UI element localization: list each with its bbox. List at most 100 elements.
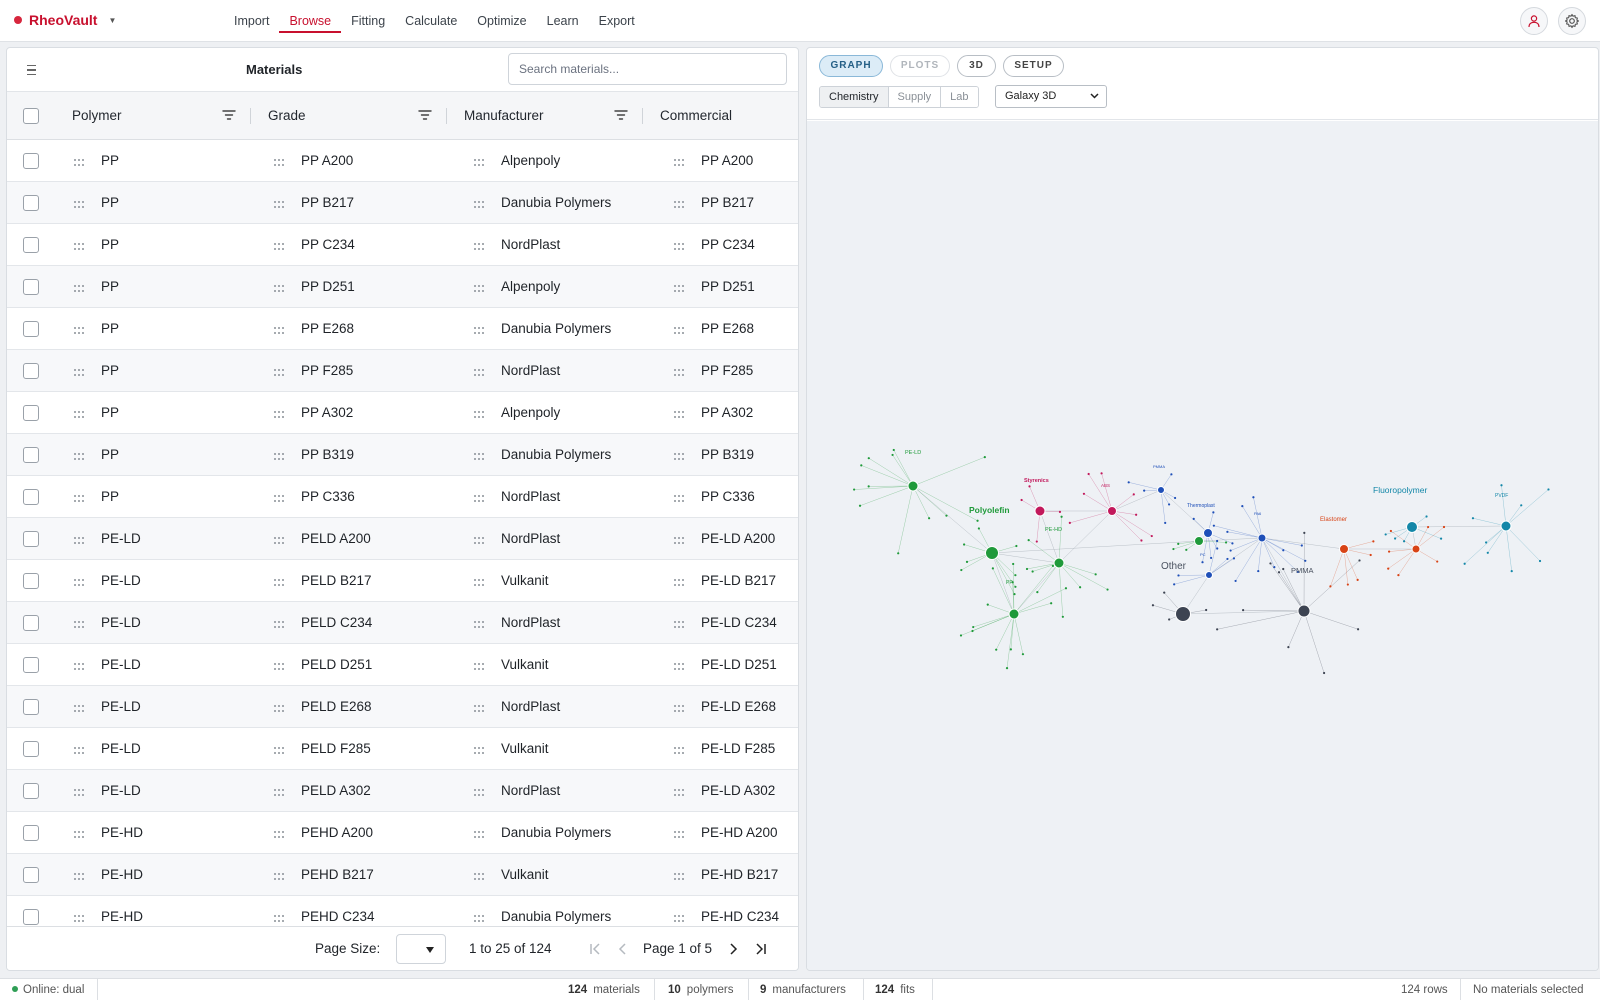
last-page-icon[interactable] bbox=[753, 940, 769, 958]
drag-handle-icon[interactable] bbox=[473, 785, 485, 796]
tab-setup[interactable]: SETUP bbox=[1003, 55, 1064, 77]
drag-handle-icon[interactable] bbox=[273, 533, 285, 544]
drag-handle-icon[interactable] bbox=[273, 239, 285, 250]
row-checkbox[interactable] bbox=[23, 237, 39, 253]
drag-handle-icon[interactable] bbox=[273, 323, 285, 334]
drag-handle-icon[interactable] bbox=[673, 197, 685, 208]
row-checkbox[interactable] bbox=[23, 657, 39, 673]
column-header-polymer[interactable]: Polymer bbox=[72, 92, 122, 140]
drag-handle-icon[interactable] bbox=[473, 533, 485, 544]
drag-handle-icon[interactable] bbox=[473, 827, 485, 838]
row-checkbox[interactable] bbox=[23, 321, 39, 337]
table-row[interactable]: PP PP C336 NordPlast PP C336 bbox=[7, 476, 798, 518]
drag-handle-icon[interactable] bbox=[473, 449, 485, 460]
table-row[interactable]: PP PP E268 Danubia Polymers PP E268 bbox=[7, 308, 798, 350]
menu-icon[interactable] bbox=[21, 62, 41, 78]
drag-handle-icon[interactable] bbox=[273, 701, 285, 712]
table-row[interactable]: PE-HD PEHD B217 Vulkanit PE-HD B217 bbox=[7, 854, 798, 896]
drag-handle-icon[interactable] bbox=[473, 197, 485, 208]
drag-handle-icon[interactable] bbox=[273, 575, 285, 586]
drag-handle-icon[interactable] bbox=[73, 323, 85, 334]
drag-handle-icon[interactable] bbox=[473, 911, 485, 922]
tab-graph[interactable]: GRAPH bbox=[819, 55, 883, 77]
table-row[interactable]: PE-LD PELD D251 Vulkanit PE-LD D251 bbox=[7, 644, 798, 686]
row-checkbox[interactable] bbox=[23, 825, 39, 841]
next-page-icon[interactable] bbox=[725, 940, 741, 958]
drag-handle-icon[interactable] bbox=[673, 449, 685, 460]
table-row[interactable]: PE-HD PEHD A200 Danubia Polymers PE-HD A200 bbox=[7, 812, 798, 854]
row-checkbox[interactable] bbox=[23, 909, 39, 925]
drag-handle-icon[interactable] bbox=[273, 449, 285, 460]
drag-handle-icon[interactable] bbox=[273, 785, 285, 796]
drag-handle-icon[interactable] bbox=[673, 785, 685, 796]
drag-handle-icon[interactable] bbox=[473, 743, 485, 754]
drag-handle-icon[interactable] bbox=[673, 533, 685, 544]
drag-handle-icon[interactable] bbox=[273, 743, 285, 754]
drag-handle-icon[interactable] bbox=[73, 701, 85, 712]
nav-export[interactable]: Export bbox=[589, 0, 645, 42]
drag-handle-icon[interactable] bbox=[673, 323, 685, 334]
nav-calculate[interactable]: Calculate bbox=[395, 0, 467, 42]
layout-select[interactable]: Galaxy 3D bbox=[995, 85, 1107, 108]
drag-handle-icon[interactable] bbox=[473, 701, 485, 712]
search-input[interactable] bbox=[508, 53, 787, 85]
drag-handle-icon[interactable] bbox=[473, 281, 485, 292]
drag-handle-icon[interactable] bbox=[73, 827, 85, 838]
chevron-down-icon[interactable]: ▼ bbox=[108, 16, 116, 25]
filter-icon[interactable] bbox=[222, 109, 236, 121]
row-checkbox[interactable] bbox=[23, 531, 39, 547]
table-row[interactable]: PE-LD PELD E268 NordPlast PE-LD E268 bbox=[7, 686, 798, 728]
page-size-select[interactable] bbox=[396, 934, 446, 964]
filter-icon[interactable] bbox=[418, 109, 432, 121]
drag-handle-icon[interactable] bbox=[673, 155, 685, 166]
table-row[interactable]: PE-LD PELD A200 NordPlast PE-LD A200 bbox=[7, 518, 798, 560]
drag-handle-icon[interactable] bbox=[673, 281, 685, 292]
drag-handle-icon[interactable] bbox=[673, 827, 685, 838]
drag-handle-icon[interactable] bbox=[673, 407, 685, 418]
drag-handle-icon[interactable] bbox=[473, 323, 485, 334]
drag-handle-icon[interactable] bbox=[473, 155, 485, 166]
drag-handle-icon[interactable] bbox=[73, 617, 85, 628]
nav-optimize[interactable]: Optimize bbox=[467, 0, 536, 42]
drag-handle-icon[interactable] bbox=[273, 491, 285, 502]
row-checkbox[interactable] bbox=[23, 573, 39, 589]
drag-handle-icon[interactable] bbox=[473, 239, 485, 250]
drag-handle-icon[interactable] bbox=[273, 155, 285, 166]
row-checkbox[interactable] bbox=[23, 153, 39, 169]
drag-handle-icon[interactable] bbox=[273, 911, 285, 922]
graph-canvas[interactable]: Polyolefin PE-LD PE-HD PP Styrenics ABS PMMA Th… bbox=[807, 121, 1598, 970]
drag-handle-icon[interactable] bbox=[73, 407, 85, 418]
table-row[interactable]: PP PP D251 Alpenpoly PP D251 bbox=[7, 266, 798, 308]
row-checkbox[interactable] bbox=[23, 405, 39, 421]
table-row[interactable]: PE-HD PEHD C234 Danubia Polymers PE-HD C234 bbox=[7, 896, 798, 926]
row-checkbox[interactable] bbox=[23, 741, 39, 757]
nav-learn[interactable]: Learn bbox=[537, 0, 589, 42]
drag-handle-icon[interactable] bbox=[473, 407, 485, 418]
nav-browse[interactable]: Browse bbox=[279, 0, 341, 42]
drag-handle-icon[interactable] bbox=[273, 365, 285, 376]
drag-handle-icon[interactable] bbox=[673, 617, 685, 628]
drag-handle-icon[interactable] bbox=[273, 827, 285, 838]
drag-handle-icon[interactable] bbox=[73, 659, 85, 670]
drag-handle-icon[interactable] bbox=[273, 659, 285, 670]
row-checkbox[interactable] bbox=[23, 447, 39, 463]
drag-handle-icon[interactable] bbox=[73, 281, 85, 292]
drag-handle-icon[interactable] bbox=[73, 743, 85, 754]
table-row[interactable]: PP PP F285 NordPlast PP F285 bbox=[7, 350, 798, 392]
table-row[interactable]: PE-LD PELD F285 Vulkanit PE-LD F285 bbox=[7, 728, 798, 770]
row-checkbox[interactable] bbox=[23, 279, 39, 295]
tab-chemistry[interactable]: Chemistry bbox=[820, 87, 888, 107]
drag-handle-icon[interactable] bbox=[473, 617, 485, 628]
drag-handle-icon[interactable] bbox=[473, 659, 485, 670]
drag-handle-icon[interactable] bbox=[473, 365, 485, 376]
row-checkbox[interactable] bbox=[23, 195, 39, 211]
column-header-grade[interactable]: Grade bbox=[268, 92, 306, 140]
drag-handle-icon[interactable] bbox=[273, 281, 285, 292]
drag-handle-icon[interactable] bbox=[473, 491, 485, 502]
tab-lab[interactable]: Lab bbox=[940, 87, 978, 107]
drag-handle-icon[interactable] bbox=[673, 659, 685, 670]
first-page-icon[interactable] bbox=[587, 940, 603, 958]
drag-handle-icon[interactable] bbox=[673, 239, 685, 250]
select-all-checkbox[interactable] bbox=[23, 108, 39, 124]
column-header-manufacturer[interactable]: Manufacturer bbox=[464, 92, 544, 140]
